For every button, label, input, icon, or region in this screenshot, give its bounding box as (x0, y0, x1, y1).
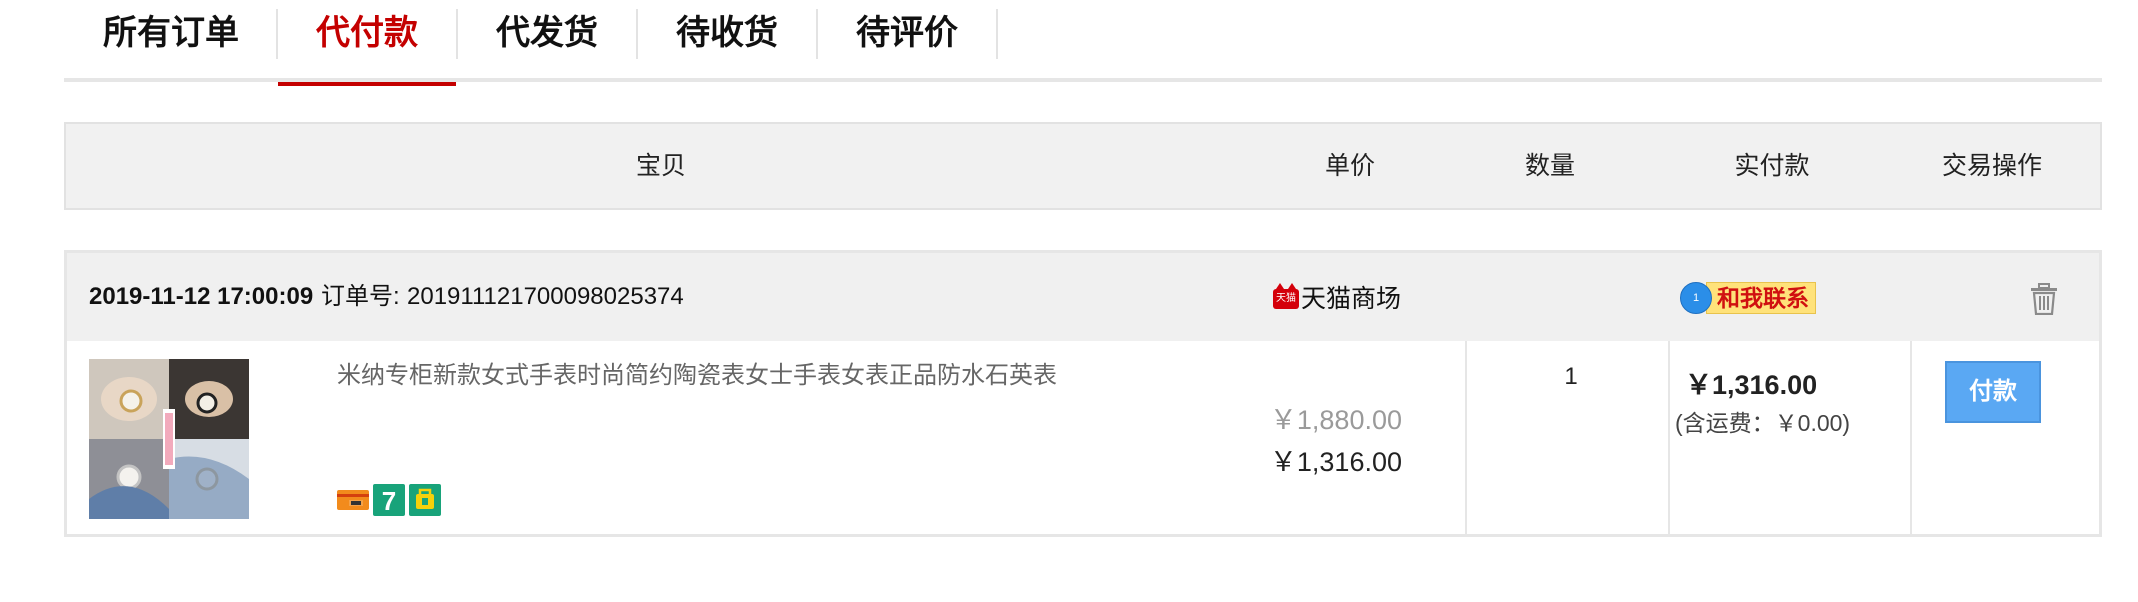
column-quantity: 数量 (1524, 152, 1576, 180)
chat-bubble-icon: 1 (1680, 281, 1712, 314)
shipping-fee: (含运费：￥0.00) (1675, 410, 1851, 436)
product-title[interactable]: 米纳专柜新款女式手表时尚简约陶瓷表女士手表女表正品防水石英表 (337, 355, 1057, 390)
order-card: 2019-11-12 17:00:09 订单号: 201911121700098… (64, 250, 2102, 537)
column-actions: 交易操作 (1941, 152, 2043, 180)
tmall-icon: 天猫 (1273, 283, 1299, 309)
shop-link[interactable]: 天猫 天猫商场 (1273, 253, 1401, 341)
tab-to-review[interactable]: 待评价 (818, 0, 996, 82)
item-quantity: 1 (1564, 363, 1578, 390)
trash-icon[interactable] (2029, 283, 2059, 315)
column-unit-price: 单价 (1324, 152, 1376, 180)
tab-all-orders[interactable]: 所有订单 (64, 0, 278, 82)
order-number: 201911121700098025374 (407, 283, 684, 310)
tab-pending-payment[interactable]: 代付款 (278, 0, 456, 86)
column-item: 宝贝 (635, 152, 687, 180)
contact-seller-button[interactable]: 1 和我联系 (1680, 281, 1816, 314)
order-header: 2019-11-12 17:00:09 订单号: 201911121700098… (67, 253, 2099, 341)
column-divider (1465, 341, 1467, 534)
pay-button[interactable]: 付款 (1945, 361, 2041, 423)
order-table-header: 宝贝 单价 数量 实付款 交易操作 (64, 122, 2102, 210)
order-date: 2019-11-12 17:00:09 (89, 283, 314, 310)
original-price: ￥1,880.00 (1269, 405, 1402, 435)
order-number-label: 订单号: (321, 283, 400, 310)
order-body: 米纳专柜新款女式手表时尚简约陶瓷表女士手表女表正品防水石英表 7 ￥1,880.… (67, 341, 2099, 534)
tab-divider (996, 9, 998, 59)
column-divider (1668, 341, 1670, 534)
column-paid: 实付款 (1734, 152, 1810, 180)
order-status-tabs: 所有订单 代付款 代发货 待收货 待评价 (64, 0, 2102, 86)
tab-to-ship[interactable]: 代发货 (458, 0, 636, 82)
product-thumbnail[interactable] (89, 359, 249, 519)
paid-amount: ￥1,316.00 (1685, 370, 1818, 400)
contact-seller-label: 和我联系 (1706, 281, 1816, 314)
unit-price: ￥1,316.00 (1269, 447, 1402, 477)
credit-card-badge[interactable] (337, 484, 369, 516)
seven-day-return-badge[interactable]: 7 (373, 484, 405, 516)
svg-text:7: 7 (382, 486, 396, 516)
column-divider (1910, 341, 1912, 534)
tab-to-receive[interactable]: 待收货 (638, 0, 816, 82)
service-badges: 7 (337, 484, 441, 516)
guarantee-badge[interactable] (409, 484, 441, 516)
shop-name[interactable]: 天猫商场 (1301, 279, 1401, 315)
